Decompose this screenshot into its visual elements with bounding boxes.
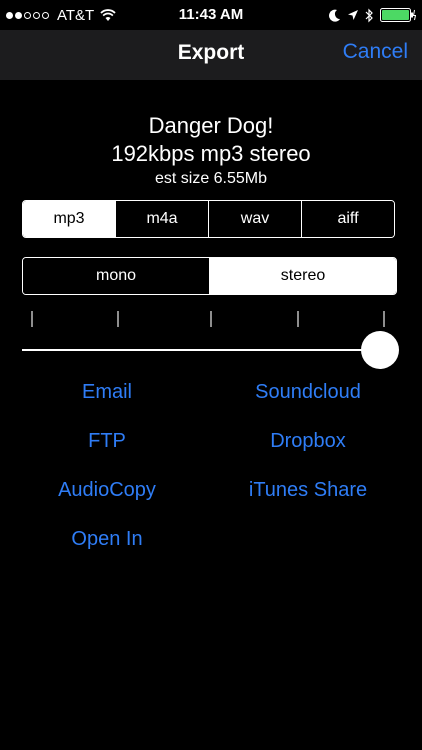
channel-option-mono[interactable]: mono [23, 258, 209, 294]
channel-option-stereo[interactable]: stereo [209, 258, 396, 294]
battery-icon [380, 8, 416, 22]
email-button[interactable]: Email [17, 381, 197, 404]
dropbox-button[interactable]: Dropbox [218, 430, 398, 453]
nav-bar: Export Cancel [0, 30, 422, 80]
quality-slider-thumb[interactable] [361, 331, 399, 369]
slider-tick [383, 311, 385, 327]
track-name: Danger Dog! [148, 113, 274, 138]
open-in-button[interactable]: Open In [17, 528, 197, 551]
cancel-button[interactable]: Cancel [343, 40, 408, 64]
slider-tick [117, 311, 119, 327]
format-option-m4a[interactable]: m4a [115, 201, 208, 237]
export-info: Danger Dog! 192kbps mp3 stereo est size … [0, 112, 422, 189]
slider-tick [31, 311, 33, 327]
format-option-mp3[interactable]: mp3 [23, 201, 115, 237]
slider-tick [210, 311, 212, 327]
estimated-size: est size 6.55Mb [154, 170, 268, 187]
bluetooth-icon [365, 8, 373, 22]
format-option-wav[interactable]: wav [208, 201, 301, 237]
moon-icon [329, 9, 340, 22]
audiocopy-button[interactable]: AudioCopy [17, 479, 197, 502]
status-bar: AT&T 11:43 AM [0, 0, 422, 30]
format-summary: 192kbps mp3 stereo [111, 141, 311, 166]
soundcloud-button[interactable]: Soundcloud [218, 381, 398, 404]
slider-tick [297, 311, 299, 327]
format-selector: mp3 m4a wav aiff [22, 200, 395, 238]
format-option-aiff[interactable]: aiff [301, 201, 394, 237]
itunes-share-button[interactable]: iTunes Share [218, 479, 398, 502]
location-arrow-icon [348, 10, 358, 20]
ftp-button[interactable]: FTP [17, 430, 197, 453]
quality-slider-track[interactable] [22, 349, 382, 351]
status-right [323, 6, 416, 24]
channel-selector: mono stereo [22, 257, 397, 295]
